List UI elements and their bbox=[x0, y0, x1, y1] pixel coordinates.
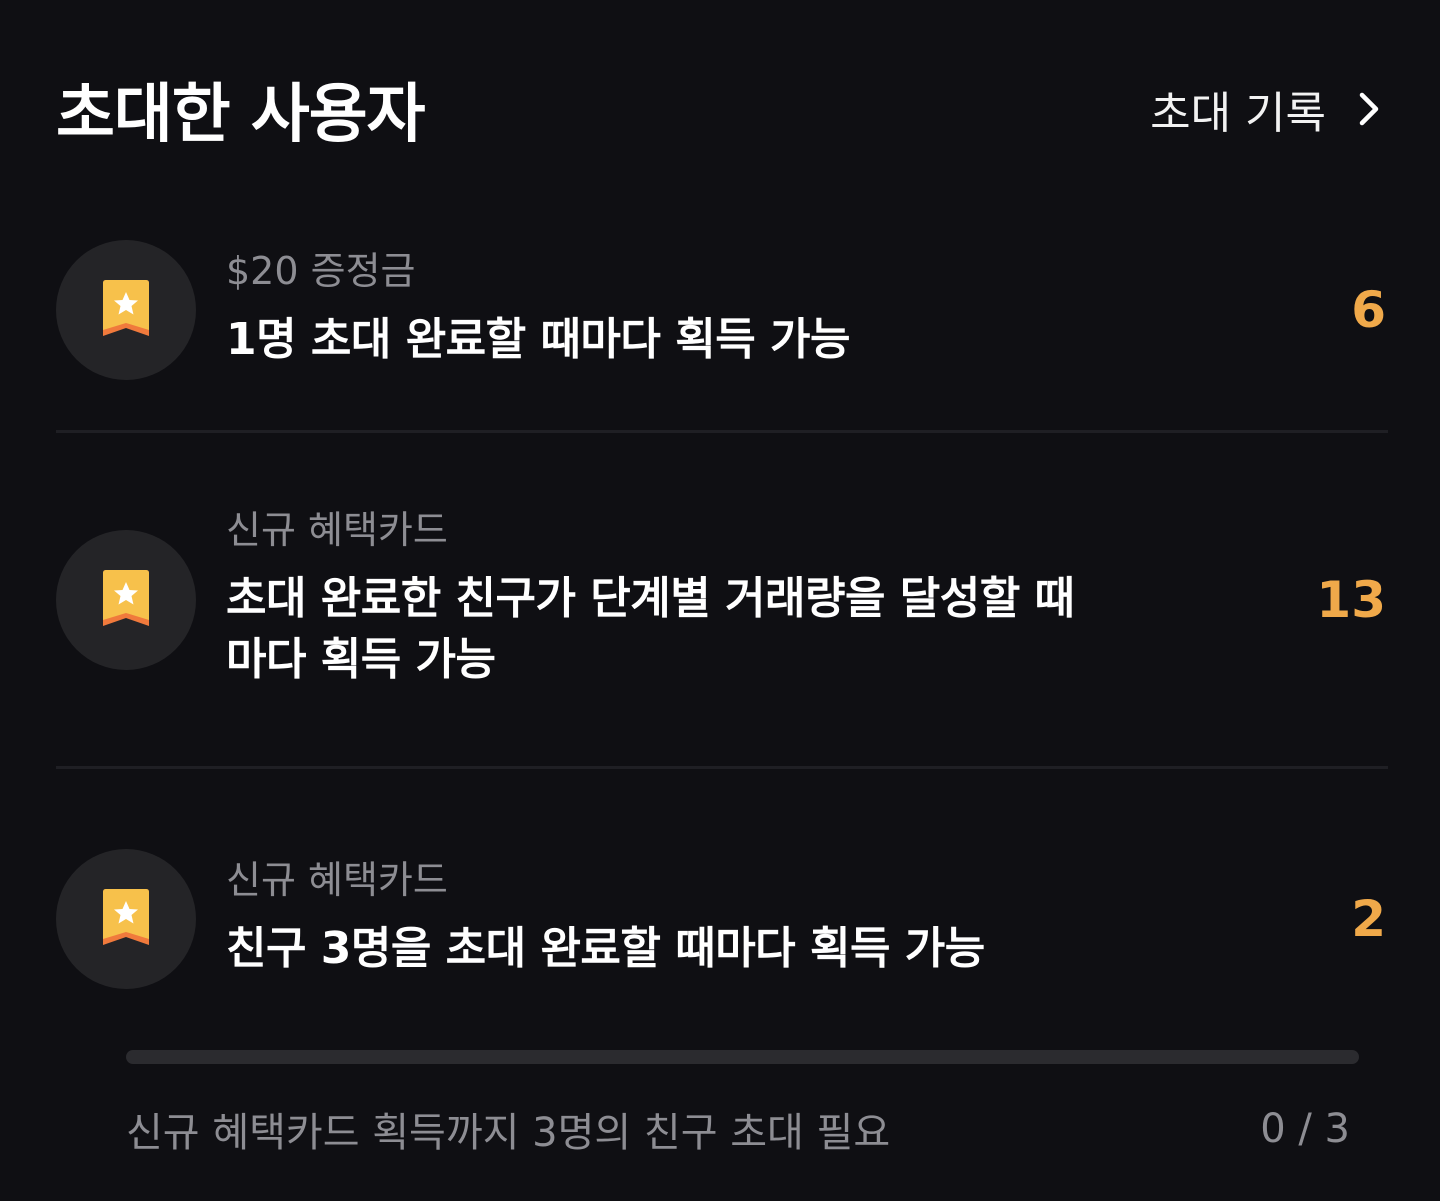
page-title: 초대한 사용자 bbox=[56, 78, 426, 152]
reward-text: 신규 혜택카드 친구 3명을 초대 완료할 때마다 획득 가능 bbox=[226, 858, 1326, 979]
star-bookmark-icon bbox=[103, 889, 149, 945]
reward-item: 신규 혜택카드 초대 완료한 친구가 단계별 거래량을 달성할 때마다 획득 가… bbox=[56, 433, 1388, 769]
star-bookmark-icon bbox=[103, 569, 149, 626]
invite-history-label: 초대 기록 bbox=[1150, 88, 1326, 139]
reward-count: 6 bbox=[1351, 281, 1386, 339]
reward-icon-circle bbox=[56, 849, 196, 989]
reward-text: 신규 혜택카드 초대 완료한 친구가 단계별 거래량을 달성할 때마다 획득 가… bbox=[226, 508, 1316, 691]
reward-description: 초대 완료한 친구가 단계별 거래량을 달성할 때마다 획득 가능 bbox=[226, 572, 1075, 686]
reward-count: 13 bbox=[1316, 570, 1386, 629]
invite-history-link[interactable]: 초대 기록 bbox=[1150, 77, 1384, 141]
reward-label: 신규 혜택카드 bbox=[226, 858, 448, 903]
progress-value: 0 / 3 bbox=[1260, 1106, 1350, 1152]
star-bookmark-icon bbox=[103, 280, 149, 336]
reward-item: $20 증정금 1명 초대 완료할 때마다 획득 가능 6 bbox=[56, 190, 1388, 433]
header: 초대한 사용자 초대 기록 bbox=[56, 64, 1384, 154]
chevron-right-icon bbox=[1359, 92, 1379, 126]
reward-count: 2 bbox=[1351, 890, 1386, 948]
progress-text: 신규 혜택카드 획득까지 3명의 친구 초대 필요 bbox=[126, 1110, 891, 1156]
reward-description: 친구 3명을 초대 완료할 때마다 획득 가능 bbox=[226, 923, 985, 974]
progress-info: 신규 혜택카드 획득까지 3명의 친구 초대 필요 0 / 3 bbox=[126, 1100, 1350, 1158]
reward-icon-circle bbox=[56, 529, 196, 670]
reward-list: $20 증정금 1명 초대 완료할 때마다 획득 가능 6 신규 혜택카드 초대… bbox=[56, 190, 1388, 1069]
reward-icon-circle bbox=[56, 240, 196, 380]
reward-label: $20 증정금 bbox=[226, 249, 416, 294]
reward-description: 1명 초대 완료할 때마다 획득 가능 bbox=[226, 314, 850, 365]
reward-text: $20 증정금 1명 초대 완료할 때마다 획득 가능 bbox=[226, 249, 1326, 370]
invited-users-page: 초대한 사용자 초대 기록 $20 증정금 1명 초대 완료할 때마다 획득 가… bbox=[0, 0, 1440, 1201]
reward-item: 신규 혜택카드 친구 3명을 초대 완료할 때마다 획득 가능 2 bbox=[56, 769, 1388, 1069]
progress-bar bbox=[126, 1050, 1359, 1064]
reward-label: 신규 혜택카드 bbox=[226, 508, 448, 553]
